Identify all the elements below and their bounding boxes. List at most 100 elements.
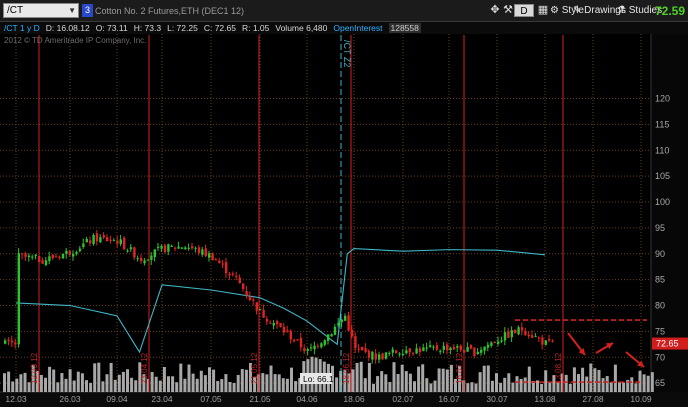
volume-bar (462, 380, 466, 392)
time-axis (0, 392, 688, 407)
candle-body (160, 245, 163, 249)
candle-body (174, 247, 177, 249)
volume-bar (212, 369, 216, 392)
volume-bar (146, 378, 150, 392)
candle-body (24, 253, 27, 258)
price-axis (651, 34, 688, 392)
candle-body (55, 256, 58, 258)
volume-bar (359, 361, 363, 392)
volume-bar (277, 374, 281, 392)
volume-bar (85, 380, 88, 392)
wrench-icon[interactable]: ⚒ (502, 3, 514, 18)
volume-bar (519, 378, 523, 392)
candle-body (537, 337, 541, 339)
candle-body (123, 237, 126, 250)
volume-bar (281, 378, 285, 392)
volume-bar (44, 377, 47, 392)
volume-bar (290, 367, 293, 392)
candle-body (473, 347, 476, 357)
time-tick-label: 04.06 (296, 394, 318, 404)
candle-body (340, 319, 343, 323)
volume-bar (249, 362, 252, 392)
candle-body (72, 253, 75, 257)
volume-bar (552, 375, 556, 392)
volume-bar (7, 371, 11, 392)
candle-body (449, 347, 452, 351)
volume-bar (89, 382, 93, 392)
candle-body (255, 302, 258, 311)
candle-body (388, 352, 391, 354)
candle-body (541, 337, 544, 345)
volume-bar (503, 377, 507, 392)
candle-body (486, 344, 490, 348)
crosshair-icon[interactable]: ✥ (489, 3, 501, 18)
volume-bar (19, 374, 23, 392)
volume-bar (343, 370, 347, 392)
volume-bar (64, 378, 68, 392)
volume-bar (154, 376, 158, 392)
volume-bar (642, 374, 646, 392)
candle-body (412, 352, 415, 354)
candle-body (204, 248, 207, 257)
volume-bar (572, 367, 576, 392)
price-tick-label: 100 (655, 197, 670, 207)
time-tick-label: 07.05 (200, 394, 222, 404)
quote-close: C: 72.65 (203, 23, 236, 33)
price-chart[interactable]: 120 115 110 105 100 95 90 85 80 75 70 65 12.03 26.03 0… (0, 0, 688, 407)
candle-body (405, 350, 408, 354)
symbol-input[interactable]: /CT ▼ (3, 3, 79, 18)
candle-body (354, 336, 357, 349)
volume-bar (372, 383, 375, 392)
volume-bar (585, 376, 589, 392)
candle-body (371, 351, 374, 360)
link-badge[interactable]: 3 (82, 4, 93, 17)
candle-body (395, 350, 398, 354)
volume-bar (421, 364, 425, 392)
candle-body (48, 256, 51, 262)
volume-bar (52, 369, 56, 392)
volume-bar (560, 373, 564, 392)
volume-bar (589, 363, 593, 392)
candle-body (7, 339, 10, 341)
candle-body (303, 347, 306, 352)
candle-body (242, 283, 245, 290)
volume-bar (581, 367, 585, 392)
event-label: 16.07.12 (455, 352, 464, 384)
chevron-down-icon[interactable]: ▼ (68, 4, 76, 17)
volume-bar (544, 370, 548, 392)
volume-bar (261, 373, 265, 392)
quote-symbol[interactable]: /CT 1 y D (0, 23, 40, 33)
aggregation-button[interactable]: D (514, 4, 534, 17)
volume-bar (511, 382, 515, 392)
candle-body (524, 330, 527, 335)
candle-body (367, 350, 371, 358)
candle-body (238, 277, 241, 284)
volume-bar (199, 370, 203, 392)
volume-bar (482, 365, 486, 392)
volume-bar (449, 364, 453, 392)
candle-body (248, 296, 252, 300)
volume-bar (294, 381, 298, 392)
trend-arrow (595, 342, 614, 354)
volume-bar (396, 373, 400, 392)
candle-body (201, 249, 204, 255)
time-tick-label: 27.08 (582, 394, 604, 404)
layout-icon[interactable]: ▦ (537, 3, 549, 18)
candle-body (167, 244, 170, 252)
candle-body (231, 273, 235, 275)
time-tick-label: 13.08 (534, 394, 556, 404)
candle-body (14, 342, 17, 345)
candle-body (191, 246, 194, 249)
candle-body (313, 345, 316, 350)
candle-body (425, 347, 428, 349)
candle-body (310, 347, 313, 349)
symbol-text: /CT (7, 5, 24, 16)
volume-bar (130, 377, 134, 392)
open-interest-label[interactable]: OpenInterest (333, 23, 382, 33)
volume-bar (117, 374, 121, 392)
volume-bar (56, 382, 60, 392)
candle-body (422, 347, 425, 351)
time-tick-label: 18.06 (343, 394, 365, 404)
candle-body (211, 253, 214, 261)
candle-body (75, 252, 78, 254)
